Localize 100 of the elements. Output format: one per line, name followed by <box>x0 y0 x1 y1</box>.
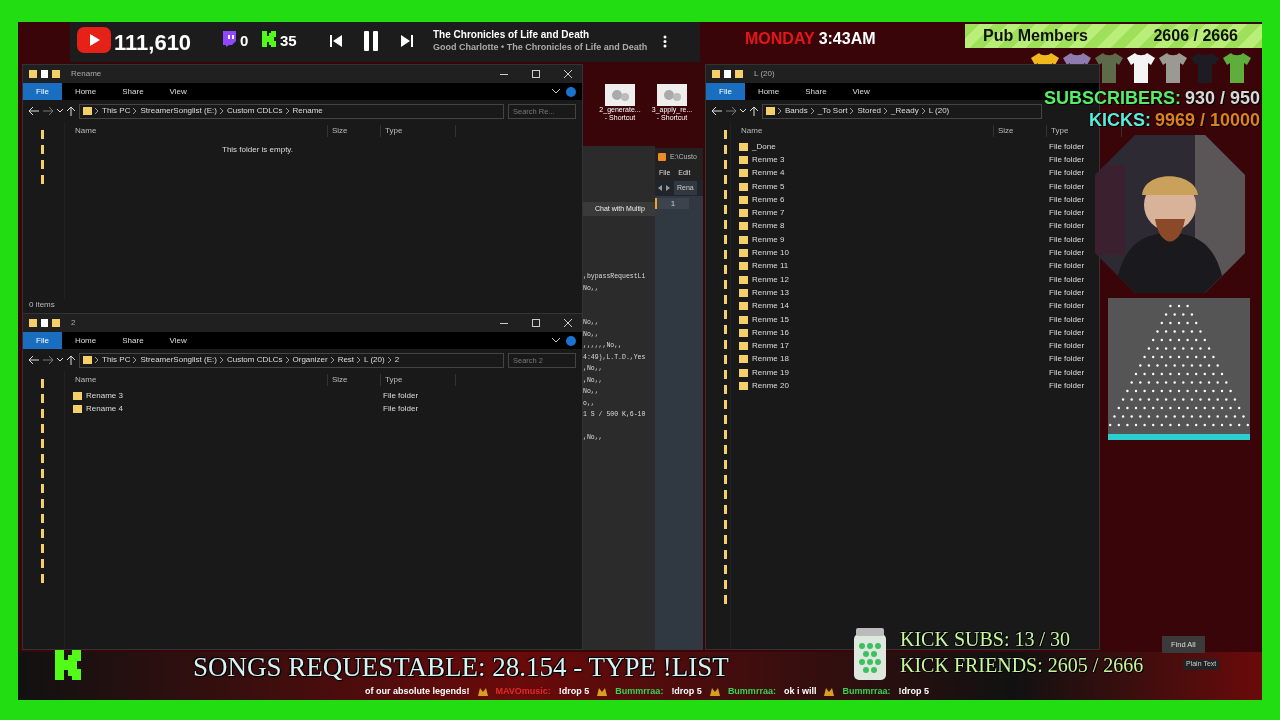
ribbon-tab[interactable]: File <box>706 83 745 100</box>
ribbon-tab[interactable]: File <box>23 332 62 349</box>
folder-icon <box>83 107 92 115</box>
column-header[interactable]: Name <box>71 125 328 137</box>
path-segment[interactable]: 2 <box>394 354 400 366</box>
file-name[interactable]: Renme 9 <box>752 233 785 246</box>
ribbon-tab[interactable]: Share <box>109 332 157 349</box>
close-icon[interactable] <box>564 319 572 327</box>
column-header[interactable]: Name <box>71 374 328 386</box>
path-segment[interactable]: Custom CDLCs <box>226 354 283 366</box>
path-segment[interactable]: StreamerSonglist (E:) <box>140 105 217 117</box>
chevron-icon <box>133 357 138 363</box>
recent-icon[interactable] <box>57 109 63 113</box>
recent-icon[interactable] <box>57 358 63 362</box>
ribbon-tab[interactable]: Home <box>61 332 110 349</box>
file-name[interactable]: Renme 16 <box>752 326 789 339</box>
ribbon-tab[interactable]: Share <box>109 83 157 100</box>
file-name[interactable]: Rename 4 <box>86 402 123 415</box>
path-segment[interactable]: Rest <box>337 354 355 366</box>
path-segment[interactable]: Stored <box>857 105 882 117</box>
path-segment[interactable]: Rename <box>292 105 323 117</box>
file-type: File folder <box>1049 167 1086 180</box>
file-name[interactable]: Renme 15 <box>752 313 789 326</box>
path-segment[interactable]: StreamerSonglist (E:) <box>140 354 217 366</box>
more-icon <box>663 35 667 48</box>
path-segment[interactable]: _To Sort <box>817 105 848 117</box>
path-segment[interactable]: _Ready <box>891 105 919 117</box>
recent-icon[interactable] <box>740 109 746 113</box>
column-header[interactable]: Type <box>381 125 456 137</box>
pause-icon[interactable] <box>363 31 379 51</box>
path-segment[interactable]: This PC <box>102 105 131 117</box>
file-name[interactable]: Renme 12 <box>752 273 789 286</box>
close-icon[interactable] <box>564 70 572 78</box>
file-name[interactable]: Renme 10 <box>752 247 789 259</box>
file-name[interactable]: Renme 11 <box>752 260 789 273</box>
file-name[interactable]: Renme 17 <box>752 340 789 353</box>
up-icon[interactable] <box>67 106 75 116</box>
column-header[interactable]: Size <box>994 125 1047 137</box>
back-icon[interactable] <box>29 107 39 115</box>
tshirt-icon <box>1158 52 1188 84</box>
file-name[interactable]: _Done <box>752 140 776 153</box>
file-name[interactable]: Renme 8 <box>752 220 785 233</box>
ribbon-tab[interactable]: View <box>156 332 200 349</box>
twitch-count: 0 <box>240 31 249 51</box>
file-name[interactable]: Renme 6 <box>752 193 785 206</box>
path-segment[interactable]: Custom CDLCs <box>226 105 283 117</box>
file-name[interactable]: Renme 14 <box>752 300 789 313</box>
chevron-icon <box>884 108 889 114</box>
column-header[interactable]: Name <box>737 125 994 137</box>
file-name[interactable]: Renme 19 <box>752 366 789 379</box>
address-bar[interactable]: This PC StreamerSonglist (E:) Custom CDLCs Rename <box>79 103 504 119</box>
ribbon-tab[interactable]: View <box>839 83 883 100</box>
forward-icon[interactable] <box>726 107 736 115</box>
column-header[interactable]: Size <box>328 125 381 137</box>
kick-friends: KICK FRIENDS: 2605 / 2666 <box>900 653 1144 678</box>
address-bar[interactable]: Bands _To Sort Stored _Ready L (20) <box>762 103 1042 119</box>
file-name[interactable]: Renme 3 <box>752 153 785 166</box>
file-name[interactable]: Renme 4 <box>752 167 785 180</box>
file-name[interactable]: Renme 7 <box>752 207 785 220</box>
ribbon-tab[interactable]: View <box>156 83 200 100</box>
file-name[interactable]: Renme 5 <box>752 180 785 193</box>
maximize-icon[interactable] <box>532 319 540 327</box>
up-icon[interactable] <box>750 106 758 116</box>
path-segment[interactable]: This PC <box>102 354 131 366</box>
path-segment[interactable]: L (20) <box>364 354 385 366</box>
chevron-icon <box>330 357 335 363</box>
path-segment[interactable]: Bands <box>785 105 808 117</box>
path-segment[interactable]: L (20) <box>928 105 950 117</box>
chevron-icon <box>133 108 138 114</box>
column-header[interactable]: Type <box>381 374 456 386</box>
tab-arrows-icon <box>658 185 670 191</box>
address-bar[interactable]: This PC StreamerSonglist (E:) Custom CDLCs Organizer Rest L (20) 2 <box>79 352 504 368</box>
file-name[interactable]: Renme 13 <box>752 286 789 299</box>
help-icon <box>566 335 576 346</box>
file-name[interactable]: Renme 20 <box>752 380 789 392</box>
ribbon-tab[interactable]: Home <box>61 83 110 100</box>
counter-value: 930 / 950 <box>1184 87 1260 110</box>
chat-message: of our absolute legends! <box>365 685 470 698</box>
column-header[interactable]: Size <box>328 374 381 386</box>
tshirt-icon <box>1126 52 1156 84</box>
up-icon[interactable] <box>67 355 75 365</box>
forward-icon[interactable] <box>43 107 53 115</box>
back-icon[interactable] <box>29 356 39 364</box>
maximize-icon[interactable] <box>532 70 540 78</box>
file-name[interactable]: Renme 18 <box>752 353 789 366</box>
chat-username: MAVOmusic: <box>495 685 551 698</box>
counter-label: SUBSCRIBERS: <box>1043 87 1181 110</box>
forward-icon[interactable] <box>43 356 53 364</box>
ribbon-tab[interactable]: File <box>23 83 62 100</box>
kick-subs: KICK SUBS: 13 / 30 <box>900 627 1071 652</box>
folder-icon <box>83 356 92 364</box>
file-name[interactable]: Rename 3 <box>86 389 123 402</box>
kick-logo-icon <box>55 650 81 680</box>
path-segment[interactable]: Organizer <box>292 354 328 366</box>
file-type: File folder <box>1049 366 1086 379</box>
chevron-icon <box>285 108 290 114</box>
ribbon-tab[interactable]: Share <box>792 83 840 100</box>
back-icon[interactable] <box>712 107 722 115</box>
ribbon-tab[interactable]: Home <box>744 83 793 100</box>
column-header[interactable]: Type <box>1047 125 1122 137</box>
